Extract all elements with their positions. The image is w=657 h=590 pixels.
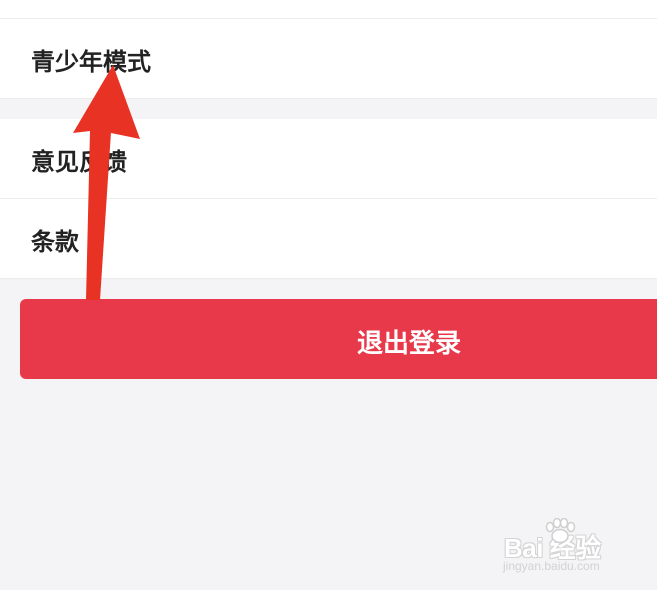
teen-mode-label: 青少年模式 <box>31 47 151 76</box>
feedback-label: 意见反馈 <box>31 147 127 176</box>
settings-group-1: 青少年模式 <box>0 0 657 99</box>
settings-group-2: 意见反馈 条款 <box>0 119 657 279</box>
paw-icon <box>545 518 576 544</box>
feedback-item[interactable]: 意见反馈 <box>0 119 657 199</box>
baidu-jingyan-watermark: Bai 经验 jingyan.baidu.com <box>500 518 630 578</box>
divider <box>0 18 657 19</box>
terms-item[interactable]: 条款 <box>0 199 657 279</box>
terms-label: 条款 <box>31 227 79 256</box>
watermark-url: jingyan.baidu.com <box>503 559 600 573</box>
logout-button[interactable]: 退出登录 <box>20 299 657 379</box>
teen-mode-item[interactable]: 青少年模式 <box>0 19 657 99</box>
logout-label: 退出登录 <box>357 329 462 359</box>
